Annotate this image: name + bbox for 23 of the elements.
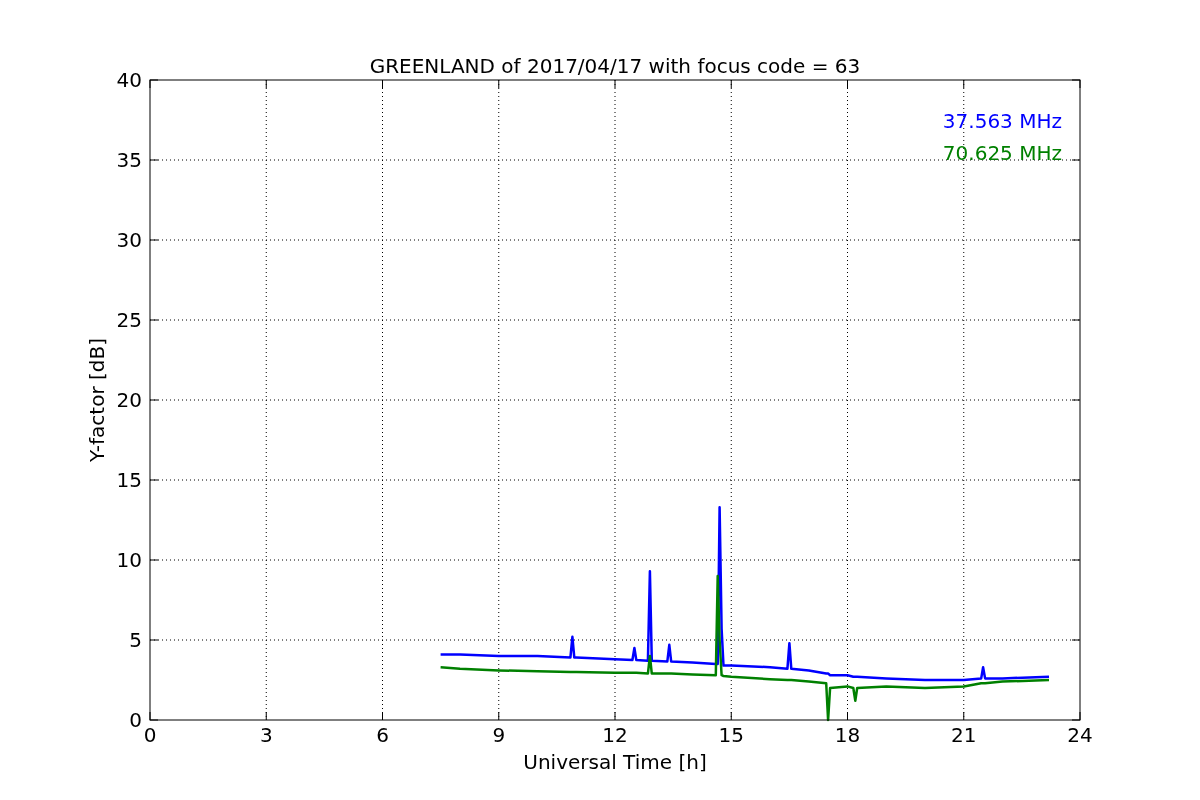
legend-label: 70.625 MHz xyxy=(942,141,1062,165)
tick-label: 3 xyxy=(259,723,273,747)
tick-label: 0 xyxy=(143,723,157,747)
tick-label: 30 xyxy=(116,228,142,252)
tick-label: 15 xyxy=(116,468,142,492)
tick-label: 35 xyxy=(116,148,142,172)
chart-title: GREENLAND of 2017/04/17 with focus code = 63 xyxy=(369,54,861,78)
tick-label: 9 xyxy=(492,723,506,747)
tick-label: 10 xyxy=(116,548,142,572)
tick-label: 18 xyxy=(834,723,861,747)
tick-label: 15 xyxy=(718,723,744,747)
tick-label: 12 xyxy=(602,723,628,747)
tick-label: 20 xyxy=(116,388,142,412)
axis-label: Universal Time [h] xyxy=(523,750,707,774)
tick-label: 25 xyxy=(116,308,142,332)
tick-label: 24 xyxy=(1067,723,1093,747)
tick-label: 6 xyxy=(376,723,389,747)
tick-label: 0 xyxy=(129,708,142,732)
axis-label: Y-factor [dB] xyxy=(85,338,109,462)
legend-label: 37.563 MHz xyxy=(942,109,1062,133)
tick-label: 40 xyxy=(116,68,142,92)
tick-label: 5 xyxy=(129,628,142,652)
tick-label: 21 xyxy=(951,723,977,747)
